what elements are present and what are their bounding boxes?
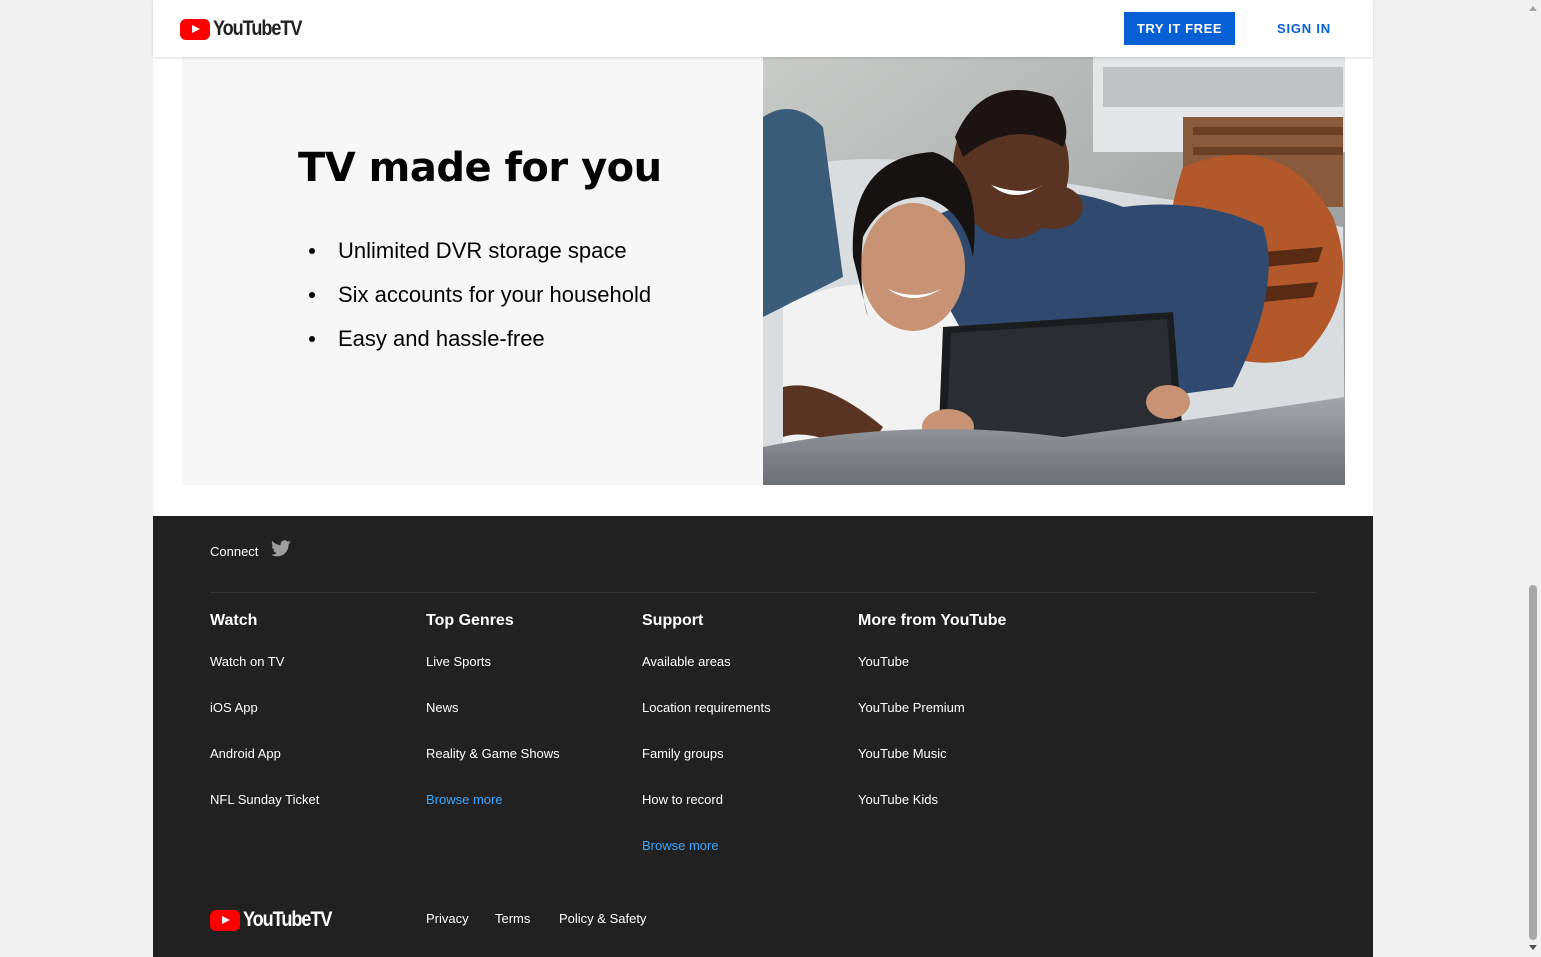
couple-on-couch-image [763,57,1345,485]
footer-link[interactable]: Android App [210,746,281,761]
footer-link[interactable]: YouTube Kids [858,792,938,807]
connect-row: Connect [210,540,292,559]
policy-safety-link[interactable]: Policy & Safety [559,911,646,926]
feature-label: Unlimited DVR storage space [338,238,627,263]
hero-text-panel: TV made for you Unlimited DVR storage sp… [182,57,763,485]
feature-item: Six accounts for your household [308,277,651,321]
scroll-down-arrow-icon[interactable] [1529,945,1537,950]
hero-title: TV made for you [298,145,662,191]
footer-link[interactable]: Watch on TV [210,654,284,669]
play-logo-icon [210,909,240,931]
scroll-up-arrow-icon[interactable] [1529,6,1537,11]
footer-link[interactable]: NFL Sunday Ticket [210,792,319,807]
footer-link[interactable]: Family groups [642,746,724,761]
twitter-icon[interactable] [271,540,292,557]
footer-link[interactable]: iOS App [210,700,258,715]
terms-link[interactable]: Terms [495,911,530,926]
logo-wordmark: YouTubeTV [213,17,302,40]
page-scrollbar[interactable] [1524,0,1541,957]
footer-youtube-tv-logo[interactable]: YouTubeTV [210,908,346,932]
column-heading: Top Genres [426,612,514,629]
footer-divider [210,592,1316,593]
feature-item: Unlimited DVR storage space [308,233,651,277]
try-it-free-button[interactable]: TRY IT FREE [1124,12,1235,45]
footer-link[interactable]: Location requirements [642,700,771,715]
column-heading: More from YouTube [858,612,1007,629]
column-heading: Watch [210,612,258,629]
footer-column-watch: Watch Watch on TV iOS App Android App NF… [210,611,410,807]
footer-column-top-genres: Top Genres Live Sports News Reality & Ga… [426,611,626,807]
connect-label: Connect [210,544,259,559]
bullet-dot [309,292,315,298]
browse-more-link[interactable]: Browse more [642,838,719,853]
footer-column-more-from-youtube: More from YouTube YouTube YouTube Premiu… [858,611,1058,807]
browse-more-link[interactable]: Browse more [426,792,503,807]
sign-in-button[interactable]: SIGN IN [1263,12,1345,45]
footer-link[interactable]: YouTube Premium [858,700,965,715]
youtube-tv-logo[interactable]: YouTubeTV [180,17,316,41]
column-heading: Support [642,612,704,629]
play-logo-icon [180,18,210,40]
hero-photo [763,57,1345,485]
top-header: YouTubeTV TRY IT FREE SIGN IN [153,0,1373,57]
feature-list: Unlimited DVR storage space Six accounts… [308,233,651,365]
footer-link[interactable]: YouTube [858,654,909,669]
footer-column-support: Support Available areas Location require… [642,611,842,853]
footer-link[interactable]: News [426,700,459,715]
scrollbar-thumb[interactable] [1529,585,1537,940]
footer-link[interactable]: Live Sports [426,654,491,669]
site-footer: Connect Watch Watch on TV iOS App Androi… [153,516,1373,957]
privacy-link[interactable]: Privacy [426,911,469,926]
footer-link[interactable]: Reality & Game Shows [426,746,560,761]
logo-wordmark: YouTubeTV [243,908,332,931]
feature-label: Easy and hassle-free [338,326,545,351]
feature-label: Six accounts for your household [338,282,652,307]
feature-item: Easy and hassle-free [308,321,651,365]
footer-link[interactable]: How to record [642,792,723,807]
bullet-dot [309,248,315,254]
footer-link[interactable]: Available areas [642,654,731,669]
bullet-dot [309,336,315,342]
footer-link[interactable]: YouTube Music [858,746,947,761]
